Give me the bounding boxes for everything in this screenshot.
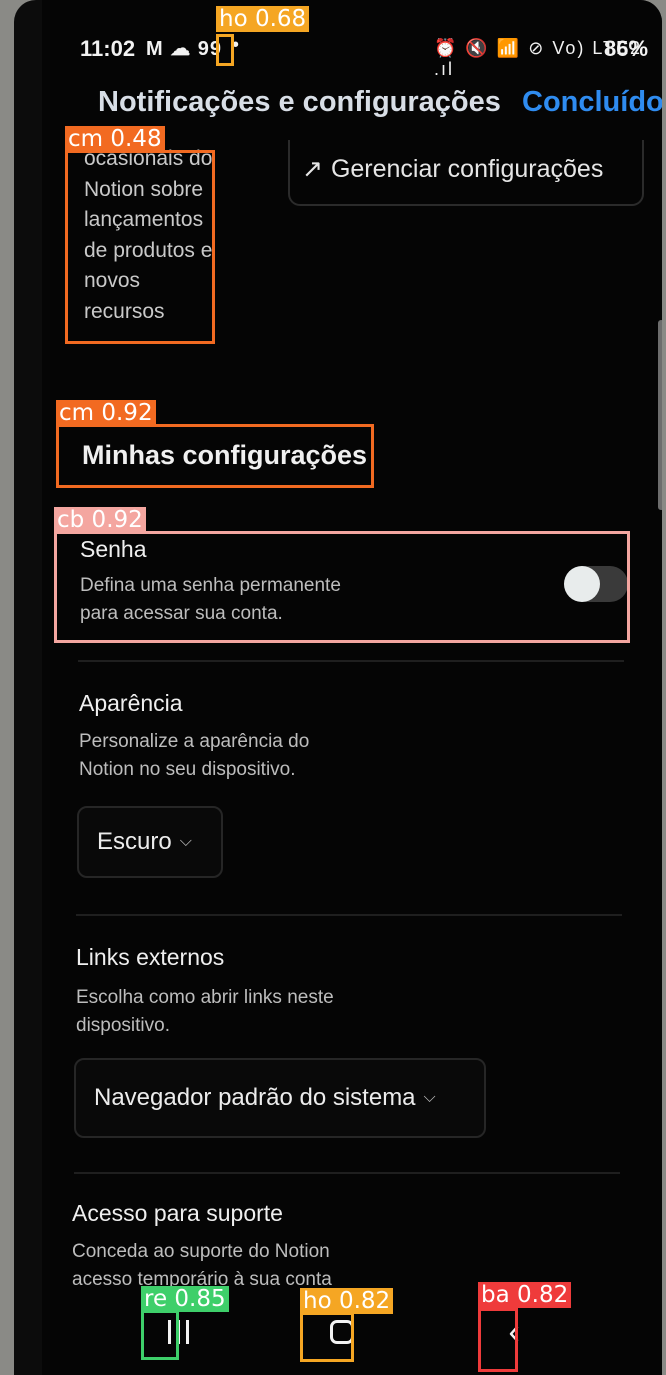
appearance-dropdown[interactable]: Escuro ⌵ — [77, 806, 223, 878]
appearance-desc-line: Personalize a aparência do — [79, 731, 310, 752]
detection-label: cm 0.92 — [56, 400, 156, 426]
manage-settings-button[interactable]: ↗ Gerenciar configurações — [288, 140, 644, 206]
detection-box — [478, 1308, 518, 1372]
external-links-desc-line: Escolha como abrir links neste — [76, 987, 334, 1008]
detection-box — [54, 531, 630, 643]
external-links-desc-line: dispositivo. — [76, 1015, 170, 1036]
detection-label: cm 0.48 — [65, 126, 165, 152]
scrollbar[interactable] — [658, 320, 662, 510]
external-links-description: Escolha como abrir links neste dispositi… — [76, 984, 334, 1040]
done-button[interactable]: Concluído — [522, 86, 662, 119]
manage-settings-label: Gerenciar configurações — [330, 155, 604, 183]
support-access-title: Acesso para suporte — [72, 1200, 283, 1226]
detection-label: ba 0.82 — [478, 1282, 572, 1308]
detection-box — [56, 424, 374, 488]
appearance-selected: Escuro — [97, 828, 172, 855]
divider — [78, 660, 624, 662]
status-time: 11:02 — [80, 36, 136, 61]
status-notification-icons: M ☁ 99 — [146, 38, 223, 60]
appearance-description: Personalize a aparência do Notion no seu… — [79, 728, 309, 784]
detection-label: ho 0.82 — [300, 1288, 394, 1314]
appearance-title: Aparência — [79, 690, 183, 716]
external-links-dropdown[interactable]: Navegador padrão do sistema ⌵ — [74, 1058, 486, 1138]
chevron-down-icon: ⌵ — [423, 1089, 436, 1106]
detection-box — [300, 1312, 354, 1362]
detection-box — [141, 1310, 179, 1360]
appearance-desc-line: Notion no seu dispositivo. — [79, 759, 296, 780]
chevron-down-icon: ⌵ — [179, 833, 192, 850]
detection-box — [216, 34, 234, 66]
external-links-title: Links externos — [76, 944, 225, 970]
page-title: Notificações e configurações — [98, 86, 501, 118]
detection-label: cb 0.92 — [54, 507, 146, 533]
divider — [74, 1172, 620, 1174]
divider — [76, 914, 622, 916]
detection-box — [65, 150, 215, 344]
arrow-up-right-icon: ↗ — [302, 155, 323, 183]
battery-level: 86% — [604, 36, 649, 61]
support-access-desc-line: Conceda ao suporte do Notion — [72, 1241, 330, 1262]
detection-label: re 0.85 — [141, 1286, 229, 1312]
external-links-selected: Navegador padrão do sistema — [94, 1084, 416, 1111]
detection-label: ho 0.68 — [216, 6, 310, 32]
